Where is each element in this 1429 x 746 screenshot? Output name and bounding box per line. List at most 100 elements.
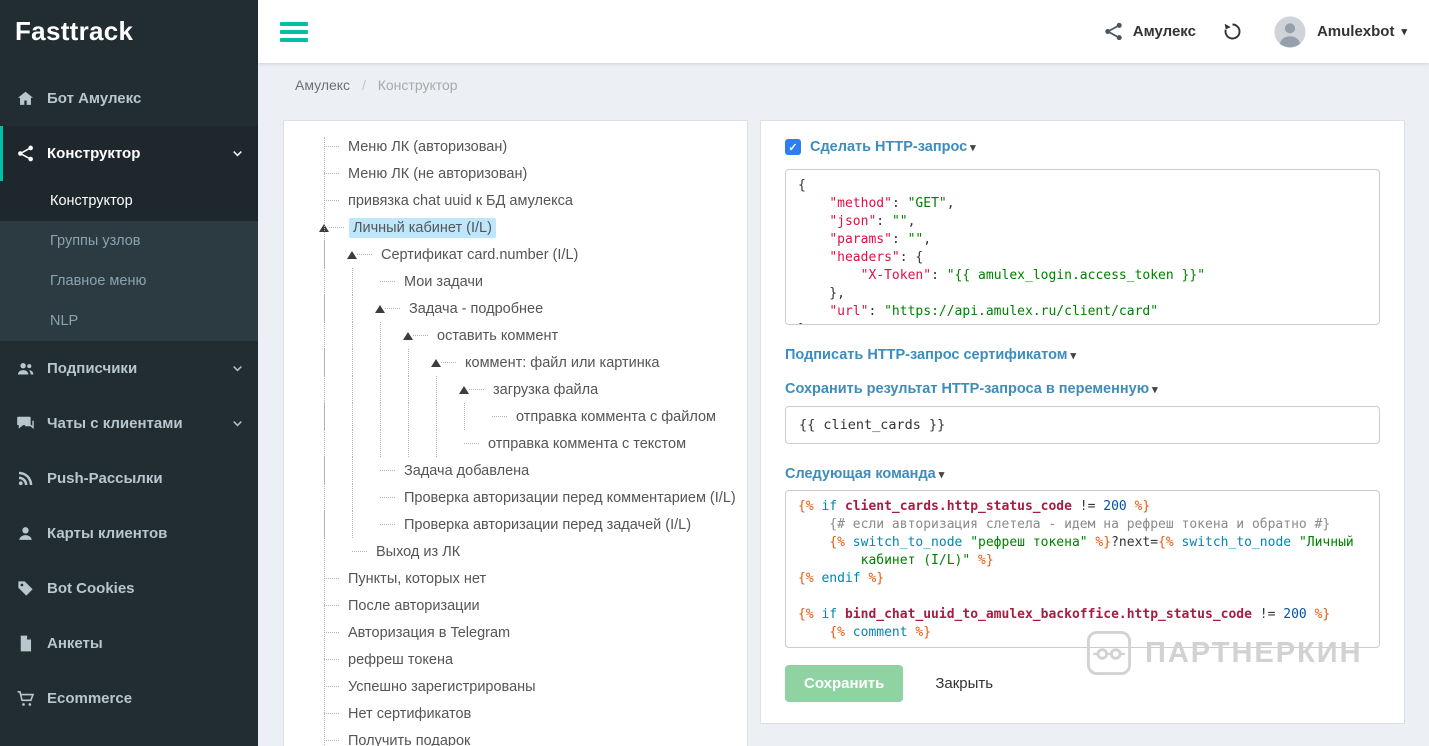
sidebar-subitem-node-groups[interactable]: Группы узлов (0, 221, 258, 261)
chevron-down-icon (231, 147, 244, 160)
tree-node-label: Сертификат card.number (I/L) (377, 245, 582, 265)
tree-node[interactable]: После авторизации (324, 592, 747, 619)
close-button[interactable]: Закрыть (923, 665, 1005, 702)
sidebar-item-ecommerce[interactable]: Ecommerce (0, 671, 258, 726)
code-line: "url": "https://api.amulex.ru/client/car… (798, 303, 1367, 321)
tree-expander-icon[interactable] (347, 251, 357, 259)
next-command-label[interactable]: Следующая команда▾ (785, 466, 1380, 482)
tree-connector (413, 335, 428, 336)
tree-expander-icon[interactable] (375, 305, 385, 313)
tree-expander-icon[interactable] (403, 332, 413, 340)
sidebar-item-constructor[interactable]: Конструктор (0, 126, 258, 181)
tree-guide (408, 430, 436, 457)
tree-node[interactable]: Проверка авторизации перед задачей (I/L) (324, 511, 747, 538)
tree-connector (469, 389, 484, 390)
chevron-down-icon: ▾ (1401, 25, 1407, 38)
tree-guide (324, 484, 352, 511)
avatar[interactable] (1273, 15, 1307, 49)
tree-expander-icon[interactable] (431, 359, 441, 367)
http-request-label[interactable]: Сделать HTTP-запрос▾ (810, 139, 976, 155)
history-icon[interactable] (1222, 21, 1243, 42)
tree-node[interactable]: Задача - подробнее (324, 295, 747, 322)
user-menu[interactable]: Amulexbot ▾ (1317, 23, 1407, 40)
sign-request-label[interactable]: Подписать HTTP-запрос сертификатом▾ (785, 347, 1380, 363)
sidebar-item-bot-cookies[interactable]: Bot Cookies (0, 561, 258, 616)
topbar: Амулекс Amulexbot ▾ (258, 0, 1429, 63)
tree-connector (380, 524, 395, 525)
code-line: } (798, 321, 1367, 325)
tree-connector (324, 578, 339, 579)
sidebar-item-client-chats[interactable]: Чаты с клиентами (0, 396, 258, 451)
tree-node[interactable]: Выход из ЛК (324, 538, 747, 565)
tree-node[interactable]: загрузка файла (324, 376, 747, 403)
code-line: кабинет (I/L)" %} (798, 552, 1367, 570)
tree-expander-icon[interactable] (459, 386, 469, 394)
tree-guide (380, 349, 408, 376)
tree-node[interactable]: Нет сертификатов (324, 700, 747, 727)
tree-connector (380, 497, 395, 498)
tree-node[interactable]: Мои задачи (324, 268, 747, 295)
tree-node[interactable]: Авторизация в Telegram (324, 619, 747, 646)
tree-node[interactable]: Проверка авторизации перед комментарием … (324, 484, 747, 511)
tree-node[interactable]: Задача добавлена (324, 457, 747, 484)
tree-node[interactable]: отправка коммента с текстом (324, 430, 747, 457)
tree-guide (324, 268, 352, 295)
tree-node-label: отправка коммента с файлом (512, 407, 720, 427)
app-logo: Fasttrack (0, 0, 258, 63)
tree-node-label: Задача - подробнее (405, 299, 547, 319)
tree-node[interactable]: Успешно зарегистрированы (324, 673, 747, 700)
tree-node-label: После авторизации (344, 596, 484, 616)
tree-node[interactable]: Получить подарок (324, 727, 747, 746)
sidebar-item-subscribers[interactable]: Подписчики (0, 341, 258, 396)
sidebar-item-surveys[interactable]: Анкеты (0, 616, 258, 671)
tree-node-label: Проверка авторизации перед комментарием … (400, 488, 740, 508)
hamburger-menu-icon[interactable] (280, 18, 308, 46)
sidebar-submenu: КонструкторГруппы узловГлавное менюNLP (0, 181, 258, 341)
tree-node-label: привязка chat uuid к БД амулекса (344, 191, 577, 211)
tree-node[interactable]: оставить коммент (324, 322, 747, 349)
tree-node-label: рефреш токена (344, 650, 457, 670)
sidebar-subitem-nlp[interactable]: NLP (0, 301, 258, 341)
tree-node[interactable]: Меню ЛК (авторизован) (324, 133, 747, 160)
result-variable-input[interactable] (785, 406, 1380, 444)
tree-connector (324, 659, 339, 660)
breadcrumb-bot[interactable]: Амулекс (295, 77, 350, 93)
tree-guide (324, 538, 352, 565)
tree-node-label: Успешно зарегистрированы (344, 677, 540, 697)
http-request-checkbox[interactable]: ✓ (785, 139, 801, 155)
code-line: "params": "", (798, 231, 1367, 249)
tree-guide (436, 430, 464, 457)
tree-connector (441, 362, 456, 363)
sidebar-item-label: Чаты с клиентами (47, 415, 219, 432)
tree-node[interactable]: отправка коммента с файлом (324, 403, 747, 430)
save-button[interactable]: Сохранить (785, 665, 903, 702)
code-line: {% if bind_chat_uuid_to_amulex_backoffic… (798, 606, 1367, 624)
tree-node-label: Получить подарок (344, 731, 474, 746)
tree-node[interactable]: Меню ЛК (не авторизован) (324, 160, 747, 187)
breadcrumb: Амулекс / Конструктор (295, 77, 458, 93)
tree-connector (324, 173, 339, 174)
sidebar-item-bot-amulex[interactable]: Бот Амулекс (0, 71, 258, 126)
sidebar-item-client-cards[interactable]: Карты клиентов (0, 506, 258, 561)
http-request-code-editor[interactable]: { "method": "GET", "json": "", "params":… (785, 169, 1380, 325)
next-command-code-editor[interactable]: {% if client_cards.http_status_code != 2… (785, 490, 1380, 648)
sidebar: Fasttrack Бот АмулексКонструкторКонструк… (0, 0, 258, 746)
save-result-label[interactable]: Сохранить результат HTTP-запроса в перем… (785, 381, 1380, 397)
tree-guide (324, 403, 352, 430)
breadcrumb-current: Конструктор (378, 77, 458, 93)
sidebar-item-label: Анкеты (47, 635, 244, 652)
sidebar-subitem-main-menu[interactable]: Главное меню (0, 261, 258, 301)
topbar-bot-name[interactable]: Амулекс (1133, 23, 1196, 40)
tree-node[interactable]: Сертификат card.number (I/L) (324, 241, 747, 268)
tags-icon (16, 579, 35, 598)
check-icon: ✓ (788, 141, 797, 154)
sidebar-item-push[interactable]: Push-Рассылки (0, 451, 258, 506)
sidebar-subitem-constructor[interactable]: Конструктор (0, 181, 258, 221)
tree-node[interactable]: коммент: файл или картинка (324, 349, 747, 376)
tree-guide (380, 403, 408, 430)
tree-node[interactable]: рефреш токена (324, 646, 747, 673)
code-line: "headers": { (798, 249, 1367, 267)
tree-node[interactable]: привязка chat uuid к БД амулекса (324, 187, 747, 214)
tree-node[interactable]: Пункты, которых нет (324, 565, 747, 592)
tree-node[interactable]: Личный кабинет (I/L) (324, 214, 747, 241)
